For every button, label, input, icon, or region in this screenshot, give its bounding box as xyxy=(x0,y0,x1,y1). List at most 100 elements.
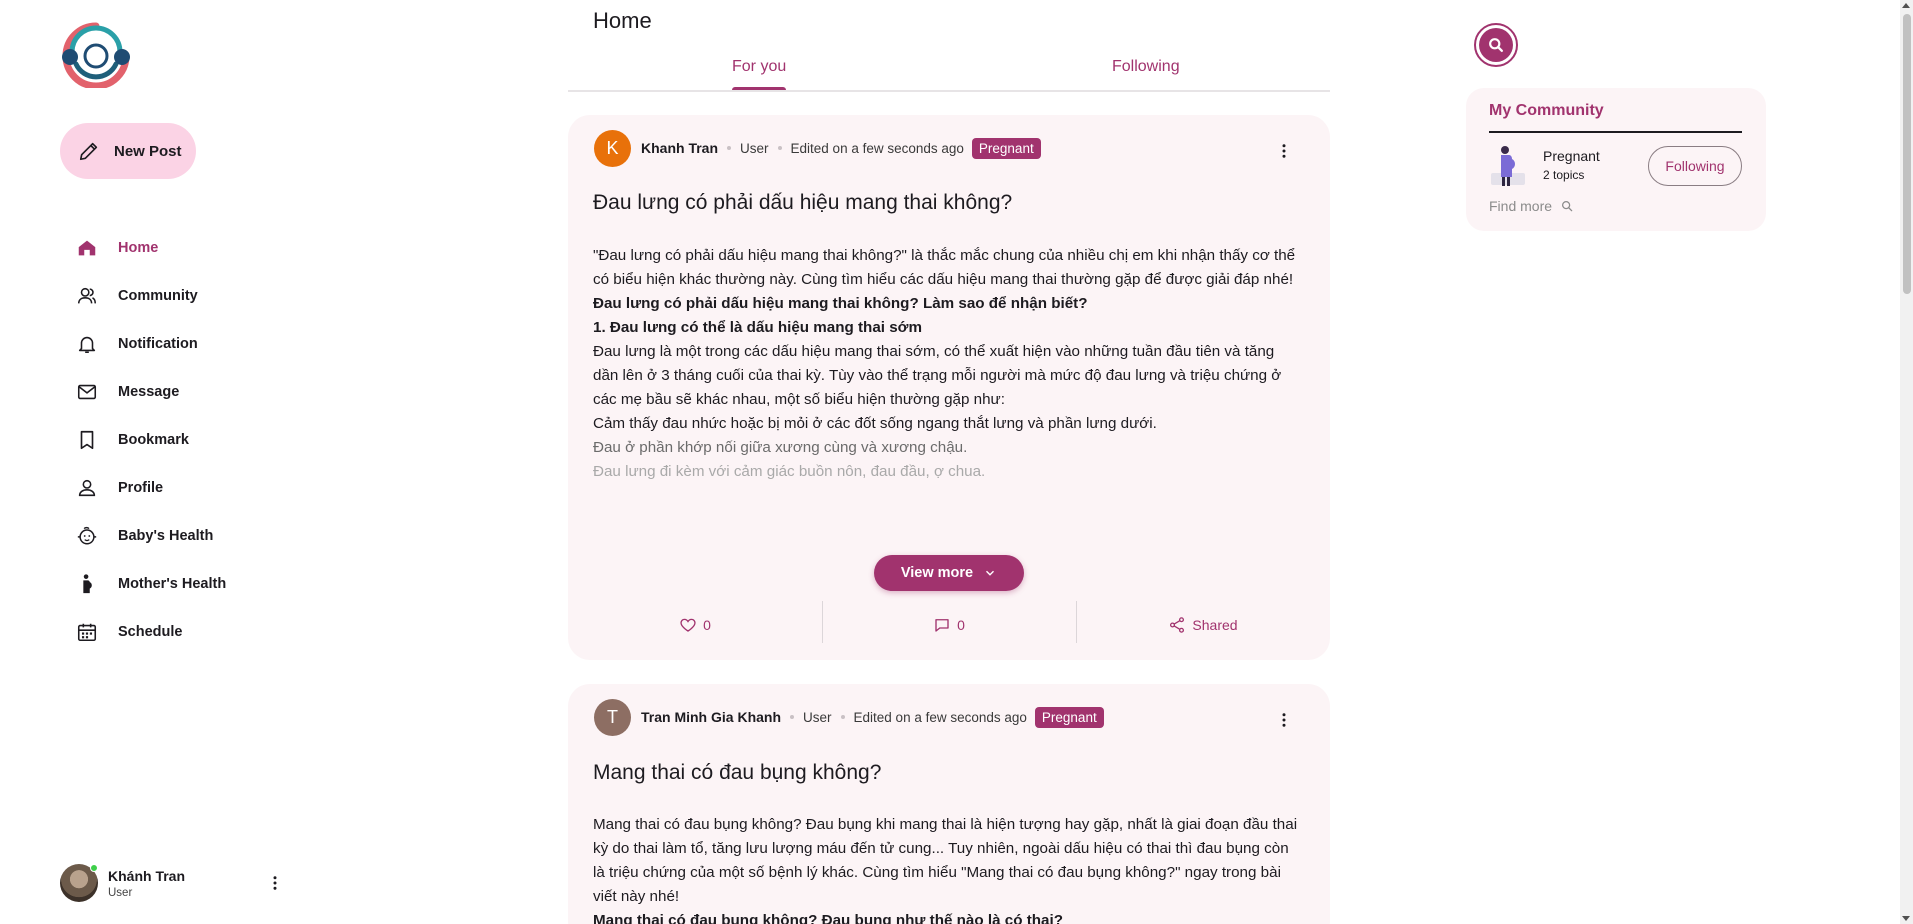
post-paragraph: Đau lưng là một trong các dấu hiệu mang … xyxy=(593,343,1282,408)
like-count: 0 xyxy=(703,617,711,633)
heart-icon xyxy=(680,618,696,632)
share-label: Shared xyxy=(1192,617,1238,633)
edited-time: Edited on a few seconds ago xyxy=(853,709,1027,725)
post-card: T Tran Minh Gia Khanh User Edited on a f… xyxy=(568,684,1330,924)
feed-tabs: For you Following xyxy=(568,50,1330,92)
share-icon xyxy=(1170,617,1185,633)
post-actions: 0 0 Shared xyxy=(568,595,1330,655)
post-heading: Đau lưng có phải dấu hiệu mang thai khôn… xyxy=(593,295,1088,312)
post-title[interactable]: Đau lưng có phải dấu hiệu mang thai khôn… xyxy=(593,191,1012,215)
baby-icon xyxy=(77,526,97,545)
separator-dot xyxy=(777,146,782,150)
post-paragraph: Cảm thấy đau nhức hoặc bị mỏi ở các đốt … xyxy=(593,415,1157,432)
post-body: "Đau lưng có phải dấu hiệu mang thai khô… xyxy=(593,244,1303,484)
post-paragraph: Đau lưng đi kèm với cảm giác buồn nôn, đ… xyxy=(593,463,986,480)
community-title: My Community xyxy=(1489,102,1604,119)
community-icon xyxy=(77,287,97,304)
post-card: K Khanh Tran User Edited on a few second… xyxy=(568,115,1330,660)
calendar-icon xyxy=(77,623,97,642)
avatar xyxy=(60,864,98,902)
app-logo[interactable] xyxy=(58,22,134,90)
separator-dot xyxy=(840,715,845,719)
author-role: User xyxy=(803,709,832,725)
post-heading: Mang thai có đau bụng không? Đau bụng nh… xyxy=(593,912,1063,924)
community-item[interactable]: Pregnant 2 topics Following xyxy=(1489,142,1742,188)
post-heading: 1. Đau lưng có thể là dấu hiệu mang thai… xyxy=(593,319,922,336)
community-name: Pregnant xyxy=(1543,148,1600,164)
author-avatar[interactable]: T xyxy=(594,698,631,736)
sidebar-item-label: Mother's Health xyxy=(118,576,227,592)
post-paragraph: Mang thai có đau bụng không? Đau bụng kh… xyxy=(593,816,1298,905)
author-name[interactable]: Khanh Tran xyxy=(641,140,718,156)
page-title: Home xyxy=(593,8,652,33)
online-status-dot xyxy=(90,864,98,872)
view-more-label: View more xyxy=(900,565,974,581)
sidebar-item-label: Community xyxy=(118,288,198,304)
bell-icon xyxy=(78,336,96,354)
post-header: T Tran Minh Gia Khanh User Edited on a f… xyxy=(594,698,1104,736)
topic-badge[interactable]: Pregnant xyxy=(971,137,1041,159)
sidebar-item-label: Message xyxy=(118,384,180,400)
new-post-button[interactable]: New Post xyxy=(60,123,196,179)
sidebar-item-label: Schedule xyxy=(118,624,183,640)
post-menu-button[interactable] xyxy=(1272,139,1296,163)
post-title[interactable]: Mang thai có đau bụng không? xyxy=(593,761,881,785)
comment-button[interactable]: 0 xyxy=(822,595,1076,655)
bookmark-icon xyxy=(80,430,94,450)
comment-icon xyxy=(935,619,949,632)
sidebar-item-profile[interactable]: Profile xyxy=(76,464,296,512)
my-community-card: My Community Pregnant 2 topics Following… xyxy=(1466,88,1766,231)
sidebar-item-mothers-health[interactable]: Mother's Health xyxy=(76,560,296,608)
search-icon xyxy=(1562,200,1573,212)
share-button[interactable]: Shared xyxy=(1076,595,1330,655)
scroll-up-arrow[interactable] xyxy=(1902,3,1910,8)
separator-dot xyxy=(790,715,795,719)
person-icon xyxy=(78,479,96,497)
post-header: K Khanh Tran User Edited on a few second… xyxy=(594,129,1041,167)
search-button[interactable] xyxy=(1474,23,1518,67)
current-user-card[interactable]: Khánh Tran User xyxy=(60,862,290,904)
author-name[interactable]: Tran Minh Gia Khanh xyxy=(641,709,781,725)
sidebar-item-label: Bookmark xyxy=(118,432,189,448)
post-paragraph: "Đau lưng có phải dấu hiệu mang thai khô… xyxy=(593,247,1296,288)
separator-dot xyxy=(727,146,732,150)
sidebar-item-label: Baby's Health xyxy=(118,528,214,544)
page-scrollbar[interactable] xyxy=(1900,0,1913,924)
edited-time: Edited on a few seconds ago xyxy=(790,140,964,156)
view-more-button[interactable]: View more xyxy=(874,555,1024,591)
sidebar-item-label: Profile xyxy=(118,480,164,496)
find-more-link[interactable]: Find more xyxy=(1489,198,1574,214)
more-vertical-icon xyxy=(1282,144,1286,158)
sidebar-item-notification[interactable]: Notification xyxy=(76,320,296,368)
mail-icon xyxy=(77,384,97,400)
sidebar: New Post Home Community Notification Mes… xyxy=(0,0,300,924)
sidebar-item-babys-health[interactable]: Baby's Health xyxy=(76,512,296,560)
pencil-icon xyxy=(79,142,98,161)
user-menu-button[interactable] xyxy=(263,871,287,895)
community-topic-count: 2 topics xyxy=(1543,168,1585,182)
chevron-down-icon xyxy=(986,570,995,576)
sidebar-item-home[interactable]: Home xyxy=(76,224,296,272)
find-more-label: Find more xyxy=(1489,198,1553,214)
like-button[interactable]: 0 xyxy=(568,595,822,655)
topic-badge[interactable]: Pregnant xyxy=(1034,706,1104,728)
author-role: User xyxy=(740,140,769,156)
scroll-down-arrow[interactable] xyxy=(1902,916,1910,921)
comment-count: 0 xyxy=(957,617,965,633)
sidebar-item-bookmark[interactable]: Bookmark xyxy=(76,416,296,464)
user-name: Khánh Tran xyxy=(108,867,186,884)
tab-for-you[interactable]: For you xyxy=(732,58,787,90)
sidebar-item-label: Home xyxy=(118,240,159,256)
search-icon xyxy=(1489,38,1503,52)
post-menu-button[interactable] xyxy=(1272,708,1296,732)
author-avatar[interactable]: K xyxy=(594,129,631,167)
scroll-thumb[interactable] xyxy=(1903,14,1911,294)
main-nav: Home Community Notification Message Book… xyxy=(76,224,296,656)
sidebar-item-community[interactable]: Community xyxy=(76,272,296,320)
new-post-label: New Post xyxy=(114,142,182,160)
tab-following[interactable]: Following xyxy=(1112,58,1180,76)
home-icon xyxy=(78,240,96,256)
sidebar-item-message[interactable]: Message xyxy=(76,368,296,416)
sidebar-item-schedule[interactable]: Schedule xyxy=(76,608,296,656)
following-button[interactable]: Following xyxy=(1648,146,1742,186)
